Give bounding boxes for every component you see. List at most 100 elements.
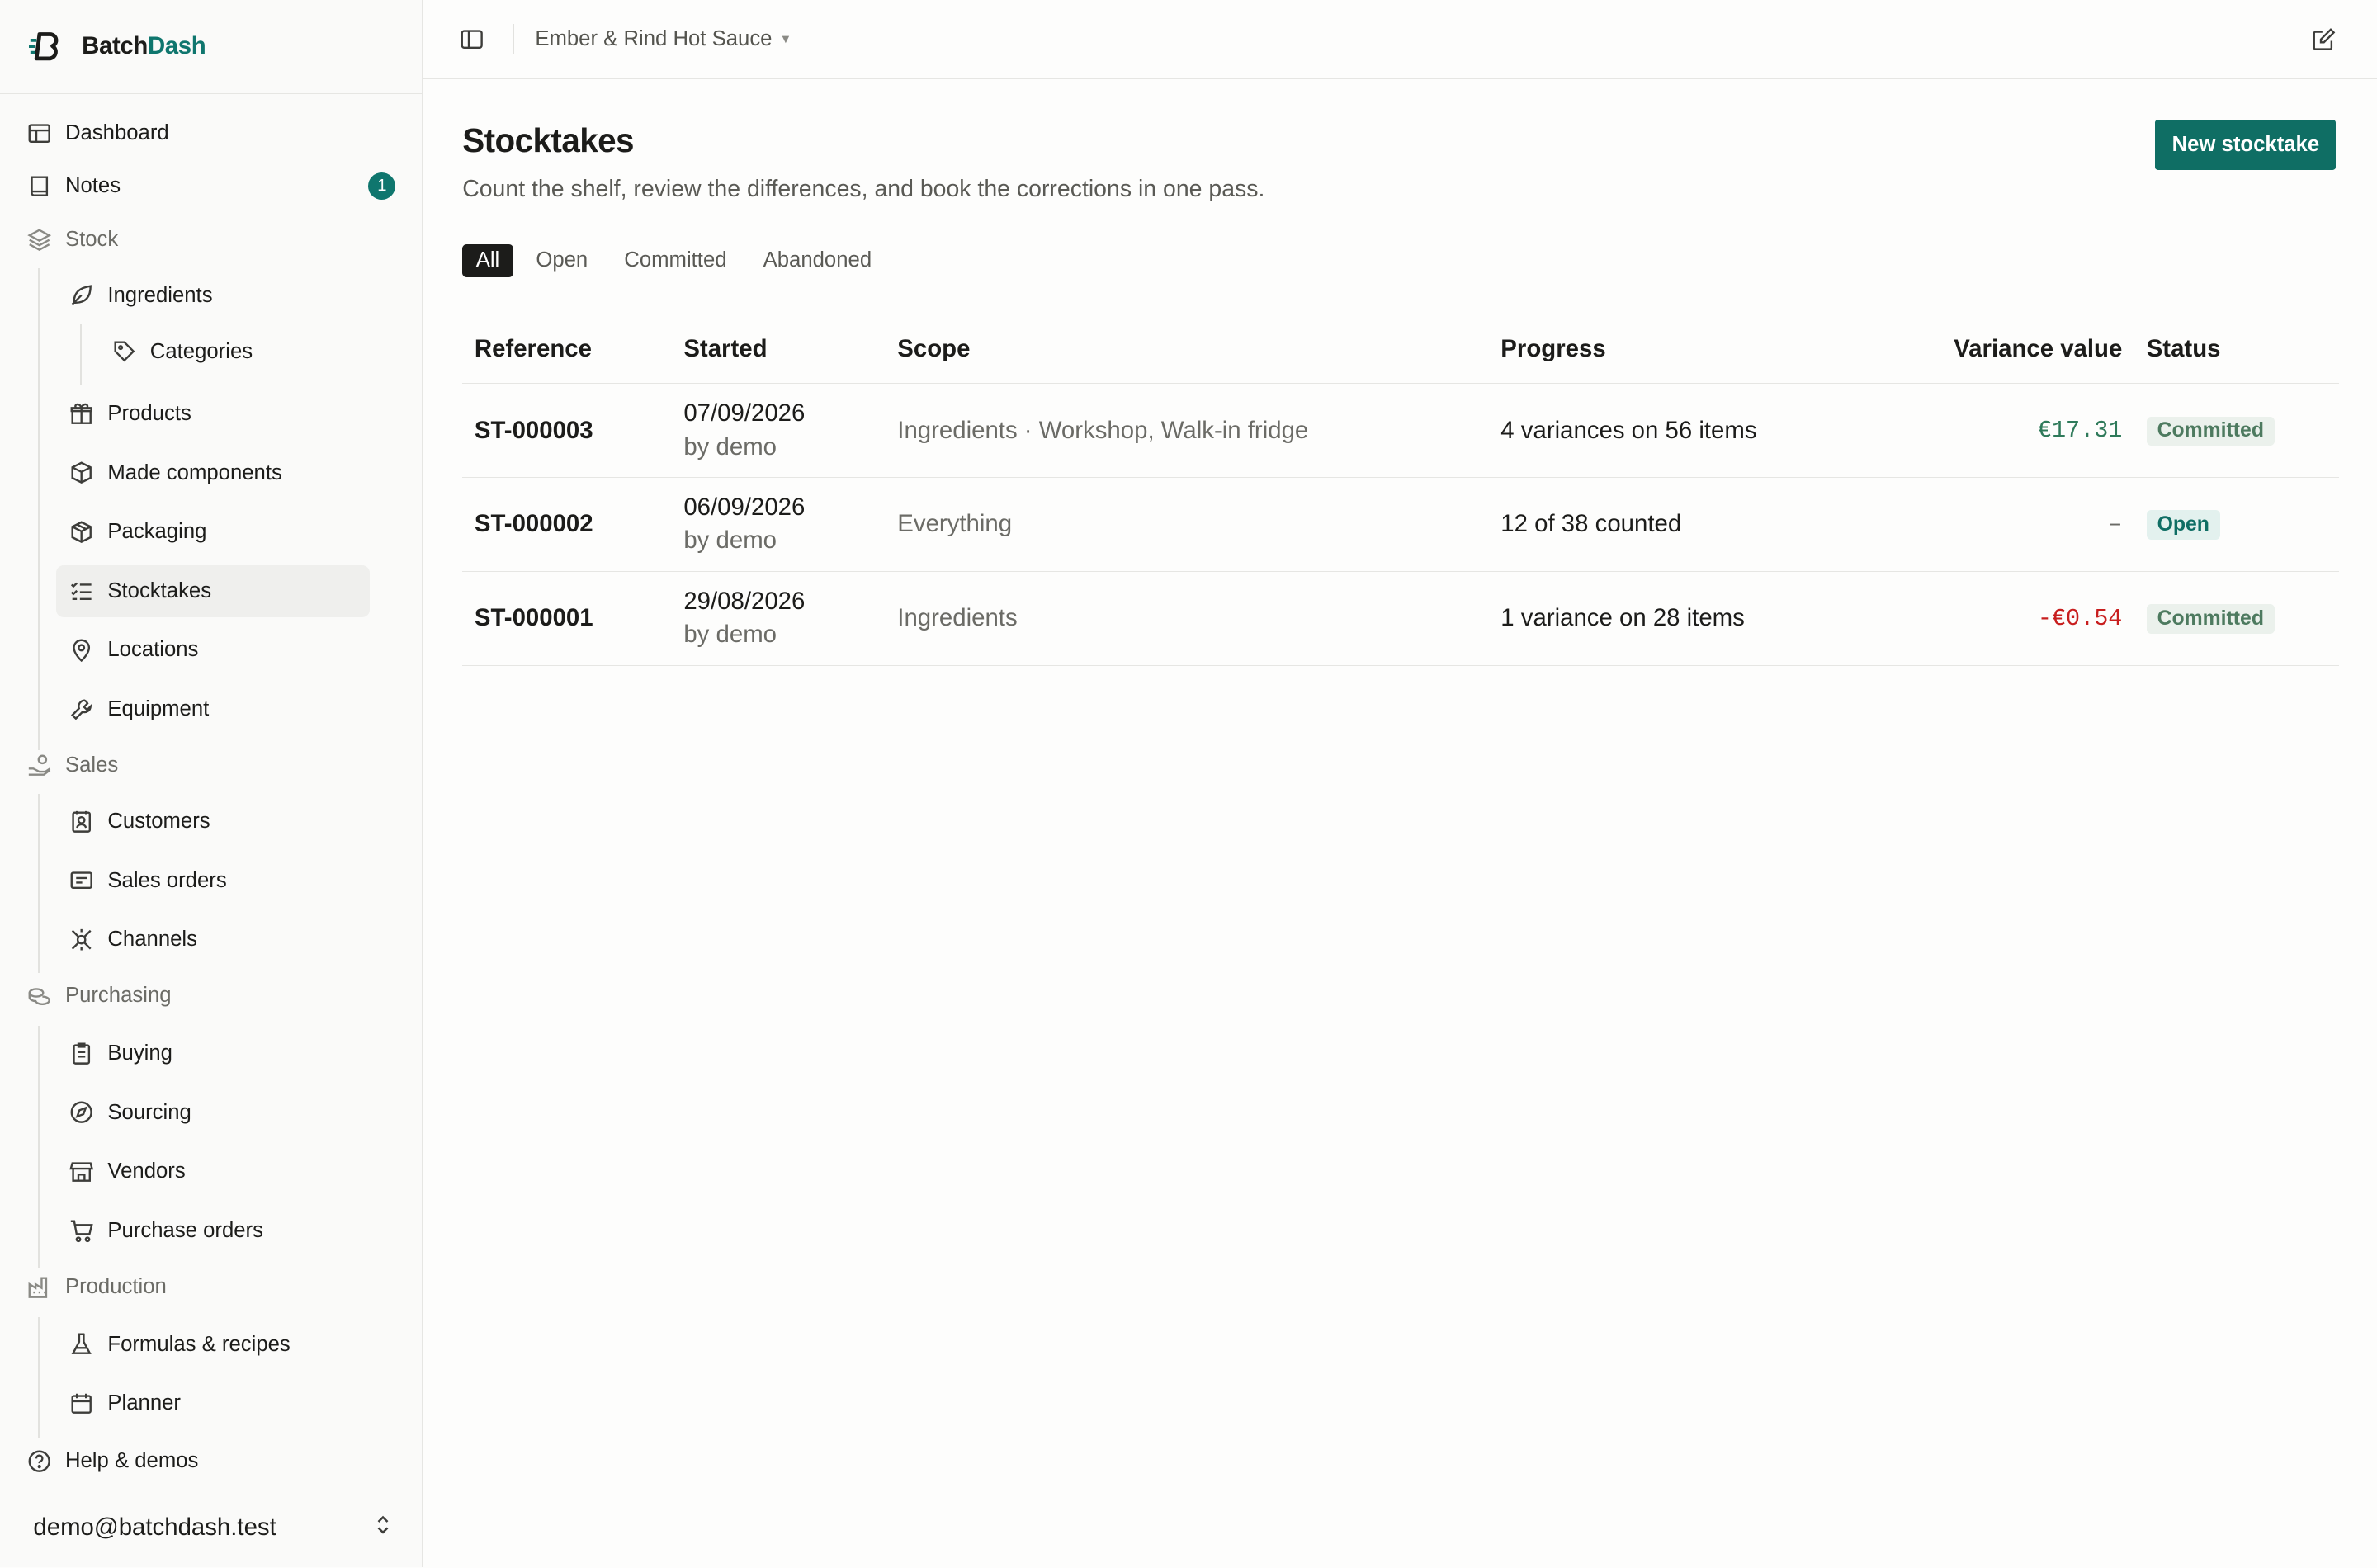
- sidebar-item-label: Products: [107, 401, 191, 425]
- status-cell: Committed: [2134, 383, 2340, 479]
- flask-icon: [69, 1332, 93, 1356]
- sidebar-item-ingredients[interactable]: Ingredients: [69, 270, 370, 321]
- sidebar-item-equipment[interactable]: Equipment: [69, 683, 370, 734]
- batchdash-logo-icon: [28, 30, 62, 63]
- sidebar-item-categories[interactable]: Categories: [112, 326, 370, 377]
- sidebar-item-planner[interactable]: Planner: [69, 1378, 370, 1429]
- topbar-divider: [512, 24, 514, 55]
- sidebar-group-label: Sales: [64, 753, 119, 777]
- coins-icon: [27, 984, 51, 1008]
- sidebar-item-vendors[interactable]: Vendors: [69, 1146, 370, 1197]
- stocktake-reference[interactable]: ST-000001: [462, 571, 672, 666]
- hand-coins-icon: [27, 753, 51, 777]
- sidebar-item-channels[interactable]: Channels: [69, 914, 370, 966]
- started-by: by demo: [683, 432, 777, 460]
- stocktake-started: 29/08/2026 by demo: [671, 571, 886, 666]
- variance-value: –: [1867, 477, 2135, 572]
- status-badge: Open: [2146, 510, 2220, 540]
- sidebar-item-purchase-orders[interactable]: Purchase orders: [69, 1205, 370, 1256]
- caret-down-icon: ▼: [779, 32, 792, 46]
- tab-committed[interactable]: Committed: [612, 244, 740, 277]
- variance-value: -€0.54: [1867, 571, 2135, 666]
- table-row[interactable]: ST-000003 07/09/2026 by demo Ingredients …: [462, 383, 2340, 479]
- tab-abandoned[interactable]: Abandoned: [751, 244, 884, 277]
- page-subtitle: Count the shelf, review the differences,…: [462, 176, 1265, 203]
- box-icon: [69, 460, 93, 484]
- factory-icon: [27, 1275, 51, 1299]
- status-filter-tabs: All Open Committed Abandoned: [462, 243, 896, 278]
- sidebar-item-buying[interactable]: Buying: [69, 1027, 370, 1079]
- sidebar-item-products[interactable]: Products: [69, 388, 370, 439]
- sidebar-group-label: Stock: [64, 227, 119, 251]
- notes-count-badge: 1: [368, 172, 396, 201]
- sidebar-item-stocktakes[interactable]: Stocktakes: [55, 565, 371, 617]
- sidebar-group-production[interactable]: Production: [27, 1261, 395, 1312]
- sidebar-item-sales-orders[interactable]: Sales orders: [69, 855, 370, 906]
- sidebar-item-label: Made components: [107, 460, 282, 484]
- stocktakes-table: Reference Started Scope Progress Varianc…: [462, 315, 2340, 666]
- sidebar-group-purchasing[interactable]: Purchasing: [27, 970, 395, 1021]
- workspace-switcher[interactable]: Ember & Rind Hot Sauce ▼: [535, 27, 792, 51]
- stocktake-started: 06/09/2026 by demo: [671, 477, 886, 572]
- sidebar-group-sales[interactable]: Sales: [27, 739, 395, 791]
- column-header-scope[interactable]: Scope: [885, 315, 1489, 385]
- clipboard-list-icon: [69, 1041, 93, 1065]
- sidebar-item-sourcing[interactable]: Sourcing: [69, 1087, 370, 1138]
- stocktake-reference[interactable]: ST-000003: [462, 383, 672, 479]
- sidebar-item-label: Purchase orders: [107, 1218, 263, 1242]
- column-header-started[interactable]: Started: [671, 315, 886, 385]
- store-icon: [69, 1159, 94, 1183]
- calendar-icon: [69, 1391, 93, 1415]
- variance-value: €17.31: [1867, 383, 2135, 479]
- main-content: Ember & Rind Hot Sauce ▼ Stocktakes Count…: [423, 0, 2377, 1567]
- stocktake-scope: Ingredients · Workshop, Walk-in fridge: [885, 383, 1489, 479]
- table-row[interactable]: ST-000002 06/09/2026 by demo Everything 1…: [462, 477, 2340, 572]
- started-date: 29/08/2026: [683, 587, 806, 615]
- tab-all[interactable]: All: [462, 243, 513, 278]
- sidebar-item-formulas[interactable]: Formulas & recipes: [69, 1319, 370, 1370]
- account-email: demo@batchdash.test: [33, 1514, 276, 1542]
- sidebar-item-packaging[interactable]: Packaging: [69, 506, 370, 557]
- sidebar-item-customers[interactable]: Customers: [69, 796, 370, 847]
- sidebar-item-label: Notes: [64, 174, 121, 198]
- status-badge: Committed: [2146, 416, 2275, 446]
- column-header-status[interactable]: Status: [2134, 315, 2340, 385]
- started-date: 07/09/2026: [683, 399, 806, 427]
- stocktake-progress: 12 of 38 counted: [1488, 477, 1868, 572]
- page-title: Stocktakes: [462, 120, 634, 159]
- sidebar-item-help[interactable]: Help & demos: [27, 1435, 395, 1486]
- sidebar-item-label: Customers: [107, 809, 210, 833]
- sidebar-item-label: Packaging: [107, 520, 207, 544]
- table-row[interactable]: ST-000001 29/08/2026 by demo Ingredients …: [462, 571, 2340, 666]
- sidebar-group-stock[interactable]: Stock: [27, 214, 395, 265]
- wrench-icon: [69, 697, 93, 721]
- sidebar-item-label: Dashboard: [64, 121, 169, 145]
- sidebar-item-made-components[interactable]: Made components: [69, 447, 370, 498]
- account-switcher[interactable]: demo@batchdash.test: [33, 1500, 391, 1555]
- compass-icon: [69, 1100, 93, 1124]
- gift-icon: [69, 402, 93, 426]
- table-header-row: Reference Started Scope Progress Varianc…: [462, 315, 2340, 385]
- sidebar-item-dashboard[interactable]: Dashboard: [27, 107, 395, 158]
- new-stocktake-button[interactable]: New stocktake: [2155, 120, 2337, 170]
- stocktake-progress: 1 variance on 28 items: [1488, 571, 1868, 666]
- column-header-variance[interactable]: Variance value: [1867, 315, 2135, 385]
- status-cell: Committed: [2134, 571, 2340, 666]
- brand[interactable]: BatchDash: [0, 0, 423, 94]
- column-header-reference[interactable]: Reference: [462, 315, 672, 385]
- sidebar-item-label: Stocktakes: [107, 579, 212, 602]
- compose-icon[interactable]: [2310, 26, 2337, 53]
- contact-icon: [69, 810, 93, 834]
- stocktake-reference[interactable]: ST-000002: [462, 477, 672, 572]
- shopping-cart-icon: [69, 1219, 94, 1243]
- sidebar: BatchDash Dashboard Notes 1 Stock Ingred…: [0, 0, 423, 1568]
- sidebar-toggle-icon[interactable]: [460, 27, 484, 51]
- sidebar-item-locations[interactable]: Locations: [69, 625, 370, 676]
- sidebar-item-label: Categories: [149, 339, 253, 363]
- status-cell: Open: [2134, 477, 2340, 572]
- list-checks-icon: [69, 579, 93, 603]
- tab-open[interactable]: Open: [524, 244, 600, 277]
- sidebar-item-notes[interactable]: Notes 1: [27, 161, 396, 212]
- column-header-progress[interactable]: Progress: [1488, 315, 1868, 385]
- sidebar-item-label: Ingredients: [107, 283, 213, 307]
